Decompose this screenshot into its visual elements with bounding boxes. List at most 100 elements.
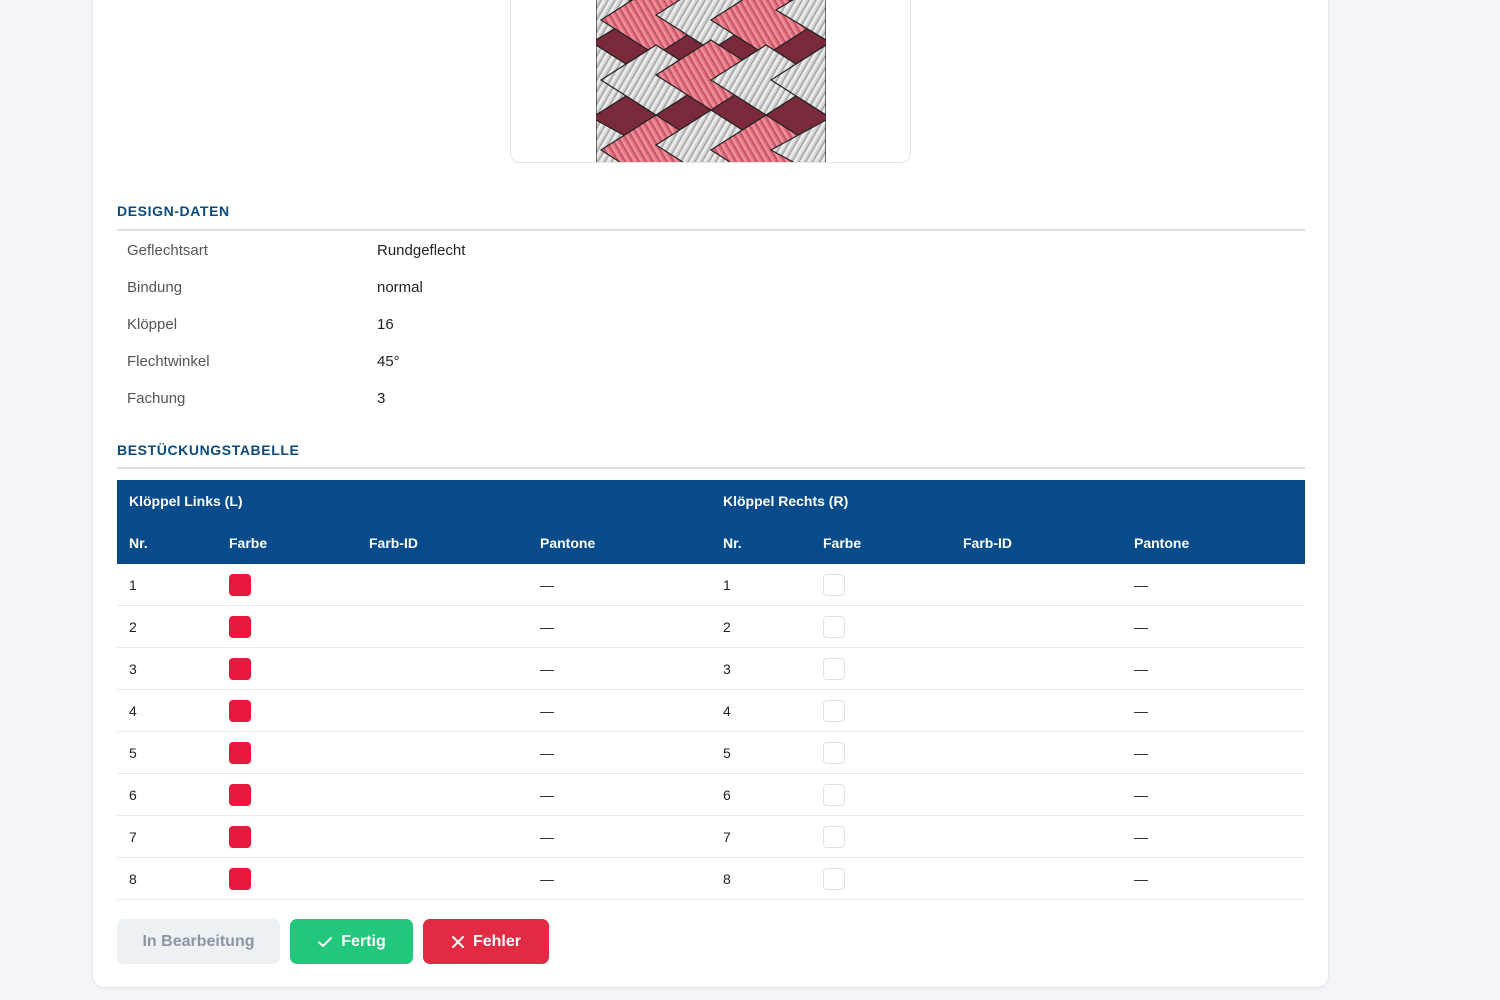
col-header-farb-id: Farb-ID — [357, 522, 528, 564]
right-nr-cell: 5 — [711, 731, 811, 774]
color-swatch — [229, 741, 251, 764]
col-header-nr: Nr. — [711, 522, 811, 564]
left-farb-id-cell — [357, 605, 528, 648]
col-header-farbe: Farbe — [811, 522, 951, 564]
color-swatch — [823, 615, 845, 638]
left-nr-cell: 6 — [117, 773, 217, 816]
right-pantone-cell: — — [1122, 564, 1305, 606]
left-pantone-cell: — — [528, 647, 711, 690]
right-farb-id-cell — [951, 647, 1122, 690]
left-color-cell — [217, 647, 357, 690]
color-swatch — [229, 825, 251, 848]
left-nr-cell: 3 — [117, 647, 217, 690]
in-progress-button[interactable]: In Bearbeitung — [117, 919, 280, 964]
left-nr-cell: 1 — [117, 564, 217, 606]
left-color-cell — [217, 564, 357, 606]
group-header-left: Klöppel Links (L) — [117, 480, 711, 522]
left-pantone-cell: — — [528, 605, 711, 648]
left-pantone-cell: — — [528, 815, 711, 858]
group-header-right: Klöppel Rechts (R) — [711, 480, 1305, 522]
left-farb-id-cell — [357, 815, 528, 858]
left-pantone-cell: — — [528, 564, 711, 606]
color-swatch — [229, 657, 251, 680]
done-button[interactable]: Fertig — [290, 919, 413, 964]
color-swatch — [823, 867, 845, 890]
color-swatch — [229, 783, 251, 806]
left-color-cell — [217, 689, 357, 732]
left-color-cell — [217, 731, 357, 774]
design-value: 16 — [377, 316, 394, 333]
right-nr-cell: 6 — [711, 773, 811, 816]
left-farb-id-cell — [357, 773, 528, 816]
right-pantone-cell: — — [1122, 647, 1305, 690]
right-pantone-cell: — — [1122, 773, 1305, 816]
table-row: 2—2— — [117, 605, 1305, 648]
right-pantone-cell: — — [1122, 815, 1305, 858]
left-color-cell — [217, 773, 357, 816]
check-icon — [317, 934, 333, 950]
color-swatch — [823, 699, 845, 722]
design-data-divider — [117, 229, 1305, 231]
right-pantone-cell: — — [1122, 605, 1305, 648]
in-progress-label: In Bearbeitung — [142, 932, 255, 950]
right-color-cell — [811, 857, 951, 900]
left-nr-cell: 7 — [117, 815, 217, 858]
assembly-table-divider — [117, 467, 1305, 469]
right-nr-cell: 8 — [711, 857, 811, 900]
color-swatch — [229, 699, 251, 722]
braid-preview — [510, 0, 911, 163]
col-header-farb-id: Farb-ID — [951, 522, 1122, 564]
table-row: 8—8— — [117, 857, 1305, 900]
left-pantone-cell: — — [528, 773, 711, 816]
left-pantone-cell: — — [528, 731, 711, 774]
left-color-cell — [217, 857, 357, 900]
right-farb-id-cell — [951, 564, 1122, 606]
close-icon — [451, 935, 465, 949]
left-pantone-cell: — — [528, 689, 711, 732]
design-data-title: DESIGN-DATEN — [117, 203, 230, 219]
design-label: Geflechtsart — [127, 242, 208, 259]
table-row: 7—7— — [117, 815, 1305, 858]
right-farb-id-cell — [951, 731, 1122, 774]
right-nr-cell: 1 — [711, 564, 811, 606]
design-value: 3 — [377, 390, 386, 407]
table-row: 5—5— — [117, 731, 1305, 774]
design-value: 45° — [377, 353, 400, 370]
table-row: 1—1— — [117, 564, 1305, 606]
color-swatch — [823, 573, 845, 596]
left-farb-id-cell — [357, 647, 528, 690]
left-farb-id-cell — [357, 731, 528, 774]
left-farb-id-cell — [357, 857, 528, 900]
left-nr-cell: 2 — [117, 605, 217, 648]
right-nr-cell: 3 — [711, 647, 811, 690]
table-row: 6—6— — [117, 773, 1305, 816]
right-pantone-cell: — — [1122, 857, 1305, 900]
left-nr-cell: 8 — [117, 857, 217, 900]
color-swatch — [229, 867, 251, 890]
right-nr-cell: 4 — [711, 689, 811, 732]
col-header-nr: Nr. — [117, 522, 217, 564]
design-label: Flechtwinkel — [127, 353, 210, 370]
right-farb-id-cell — [951, 815, 1122, 858]
right-color-cell — [811, 647, 951, 690]
col-header-pantone: Pantone — [1122, 522, 1305, 564]
assembly-table: Klöppel Links (L) Klöppel Rechts (R) Nr.… — [117, 480, 1305, 900]
col-header-pantone: Pantone — [528, 522, 711, 564]
right-color-cell — [811, 564, 951, 606]
error-label: Fehler — [472, 932, 521, 950]
right-pantone-cell: — — [1122, 731, 1305, 774]
right-color-cell — [811, 773, 951, 816]
right-nr-cell: 7 — [711, 815, 811, 858]
error-button[interactable]: Fehler — [423, 919, 549, 964]
left-nr-cell: 4 — [117, 689, 217, 732]
left-farb-id-cell — [357, 689, 528, 732]
right-color-cell — [811, 689, 951, 732]
left-pantone-cell: — — [528, 857, 711, 900]
color-swatch — [823, 657, 845, 680]
right-pantone-cell: — — [1122, 689, 1305, 732]
right-farb-id-cell — [951, 689, 1122, 732]
col-header-farbe: Farbe — [217, 522, 357, 564]
right-color-cell — [811, 815, 951, 858]
color-swatch — [229, 615, 251, 638]
left-color-cell — [217, 815, 357, 858]
